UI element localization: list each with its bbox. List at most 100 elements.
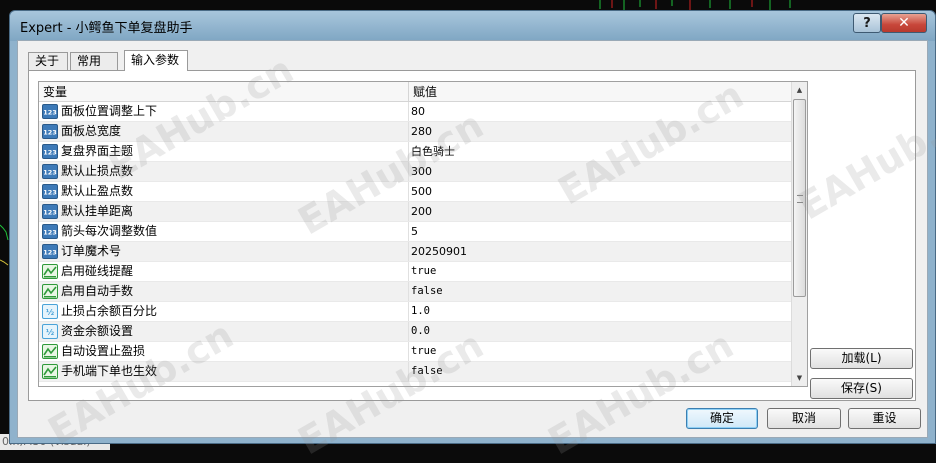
table-row[interactable]: ½ 资金余额设置 0.0 [39, 322, 791, 342]
parameter-name-cell[interactable]: 123 默认止损点数 [39, 162, 409, 181]
svg-text:123: 123 [43, 169, 57, 177]
int-icon: 123 [42, 164, 58, 179]
parameter-name-cell[interactable]: 手机端下单也生效 [39, 362, 409, 381]
parameter-name: 启用碰线提醒 [61, 264, 134, 278]
parameter-name: 手机端下单也生效 [61, 364, 158, 378]
parameter-name: 默认止盈点数 [61, 184, 134, 198]
table-row[interactable]: 123 面板总宽度 280 [39, 122, 791, 142]
parameter-name: 自动设置止盈损 [61, 344, 146, 358]
parameter-value[interactable]: 500 [411, 182, 432, 201]
scroll-up-arrow-icon[interactable]: ▲ [792, 82, 807, 98]
tab-about[interactable]: 关于 [28, 52, 68, 70]
int-icon: 123 [42, 124, 58, 139]
bool-icon [42, 284, 58, 299]
close-button[interactable]: ✕ [881, 13, 927, 33]
grid-header: 变量 赋值 [39, 82, 791, 102]
svg-text:123: 123 [43, 249, 57, 257]
svg-text:123: 123 [43, 189, 57, 197]
double-icon: ½ [42, 304, 58, 319]
table-row[interactable]: 启用碰线提醒 true [39, 262, 791, 282]
parameter-name-cell[interactable]: 123 箭头每次调整数值 [39, 222, 409, 241]
load-button[interactable]: 加载(L) [810, 348, 913, 369]
int-icon: 123 [42, 184, 58, 199]
column-header-variable[interactable]: 变量 [39, 82, 409, 102]
table-row[interactable]: 手机端下单也生效 false [39, 362, 791, 382]
parameter-value[interactable]: 200 [411, 202, 432, 221]
svg-text:½: ½ [46, 327, 54, 337]
parameter-name: 面板位置调整上下 [61, 104, 158, 118]
title-bar[interactable]: Expert - 小鳄鱼下单复盘助手 ? ✕ [10, 11, 935, 41]
tab-common[interactable]: 常用 [70, 52, 118, 70]
parameter-name-cell[interactable]: ½ 止损占余额百分比 [39, 302, 409, 321]
table-row[interactable]: 123 订单魔术号 20250901 [39, 242, 791, 262]
parameter-value[interactable]: 280 [411, 122, 432, 141]
parameters-grid: 变量 赋值 123 面板位置调整上下 80 123 面板总宽度 280 123 复盘界面主题 白… [38, 81, 808, 387]
parameter-name-cell[interactable]: 123 默认止盈点数 [39, 182, 409, 201]
parameter-value[interactable]: 1.0 [411, 302, 430, 321]
bool-icon [42, 364, 58, 379]
parameter-value[interactable]: 300 [411, 162, 432, 181]
parameter-name-cell[interactable]: ½ 资金余额设置 [39, 322, 409, 341]
table-row[interactable]: 123 面板位置调整上下 80 [39, 102, 791, 122]
table-row[interactable]: 自动设置止盈损 true [39, 342, 791, 362]
parameter-name-cell[interactable]: 123 订单魔术号 [39, 242, 409, 261]
parameter-value[interactable]: true [411, 342, 436, 361]
parameter-name: 默认挂单距离 [61, 204, 134, 218]
window-title: Expert - 小鳄鱼下单复盘助手 [20, 21, 193, 36]
table-row[interactable]: 123 默认止损点数 300 [39, 162, 791, 182]
int-icon: 123 [42, 204, 58, 219]
svg-text:123: 123 [43, 209, 57, 217]
bool-icon [42, 264, 58, 279]
svg-text:123: 123 [43, 129, 57, 137]
parameter-value[interactable]: false [411, 282, 443, 301]
parameter-value[interactable]: 白色骑士 [411, 142, 455, 161]
parameter-name-cell[interactable]: 自动设置止盈损 [39, 342, 409, 361]
scroll-down-arrow-icon[interactable]: ▼ [792, 370, 807, 386]
cancel-button[interactable]: 取消 [767, 408, 841, 429]
table-row[interactable]: 123 箭头每次调整数值 5 [39, 222, 791, 242]
parameter-name-cell[interactable]: 123 复盘界面主题 [39, 142, 409, 161]
svg-text:123: 123 [43, 109, 57, 117]
int-icon: 123 [42, 104, 58, 119]
parameter-name: 面板总宽度 [61, 124, 122, 138]
reset-button[interactable]: 重设 [848, 408, 921, 429]
save-button[interactable]: 保存(S) [810, 378, 913, 399]
parameter-value[interactable]: 80 [411, 102, 425, 121]
table-row[interactable]: 启用自动手数 false [39, 282, 791, 302]
scroll-thumb[interactable] [793, 99, 806, 297]
parameter-name-cell[interactable]: 启用自动手数 [39, 282, 409, 301]
parameter-name-cell[interactable]: 123 面板位置调整上下 [39, 102, 409, 121]
parameter-name-cell[interactable]: 123 默认挂单距离 [39, 202, 409, 221]
parameter-name: 启用自动手数 [61, 284, 134, 298]
ok-button[interactable]: 确定 [686, 408, 758, 429]
parameter-name: 订单魔术号 [61, 244, 122, 258]
parameter-value[interactable]: 5 [411, 222, 418, 241]
parameter-value[interactable]: false [411, 362, 443, 381]
table-row[interactable]: 123 复盘界面主题 白色骑士 [39, 142, 791, 162]
table-row[interactable]: 123 默认挂单距离 200 [39, 202, 791, 222]
int-icon: 123 [42, 144, 58, 159]
int-icon: 123 [42, 224, 58, 239]
grip-icon [797, 195, 803, 203]
parameter-value[interactable]: 0.0 [411, 322, 430, 341]
double-icon: ½ [42, 324, 58, 339]
tab-inputs[interactable]: 输入参数 [124, 50, 188, 71]
column-header-value[interactable]: 赋值 [409, 82, 791, 102]
parameter-name: 止损占余额百分比 [61, 304, 158, 318]
parameter-name: 复盘界面主题 [61, 144, 134, 158]
parameter-name: 箭头每次调整数值 [61, 224, 158, 238]
parameter-name-cell[interactable]: 123 面板总宽度 [39, 122, 409, 141]
grid-scrollbar[interactable]: ▲ ▼ [791, 82, 807, 386]
help-button[interactable]: ? [853, 13, 881, 33]
bool-icon [42, 344, 58, 359]
svg-text:123: 123 [43, 149, 57, 157]
table-row[interactable]: ½ 止损占余额百分比 1.0 [39, 302, 791, 322]
parameter-name: 默认止损点数 [61, 164, 134, 178]
parameter-value[interactable]: 20250901 [411, 242, 467, 261]
table-row[interactable]: 123 默认止盈点数 500 [39, 182, 791, 202]
parameter-name-cell[interactable]: 启用碰线提醒 [39, 262, 409, 281]
expert-dialog: Expert - 小鳄鱼下单复盘助手 ? ✕ 关于 常用 输入参数 变量 赋值 … [9, 10, 936, 463]
svg-text:½: ½ [46, 307, 54, 317]
parameter-value[interactable]: true [411, 262, 436, 281]
int-icon: 123 [42, 244, 58, 259]
